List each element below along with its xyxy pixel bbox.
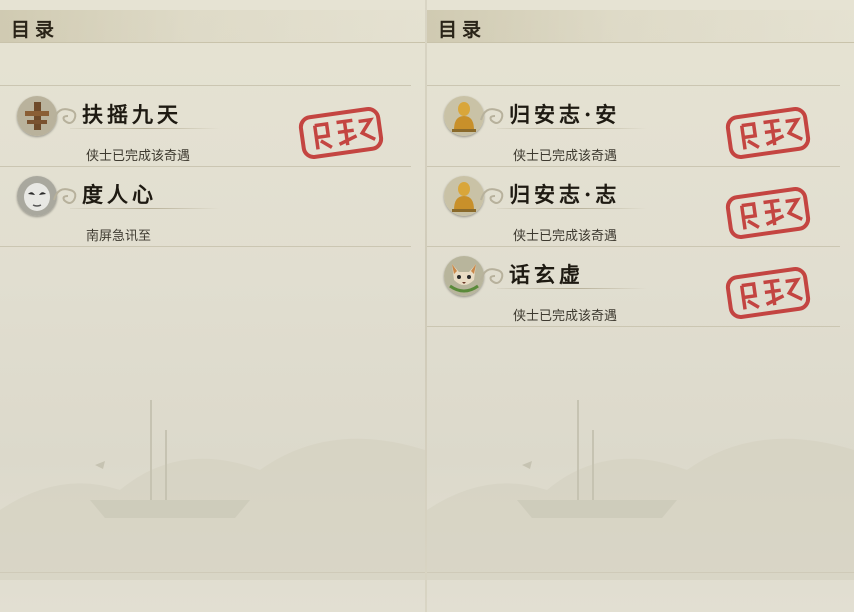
completed-stamp-icon [722,262,814,323]
catalog-header: 目录 [0,10,425,43]
entry-title: 归安志·安 [509,102,621,127]
golden-buddha-icon [444,176,484,216]
divider-line [0,572,425,573]
wooden-post-icon [17,96,57,136]
entry-title: 扶摇九天 [82,102,182,127]
catalog-title: 目录 [438,19,487,41]
fox-face-icon [444,256,484,296]
entry-title: 话玄虚 [509,262,584,287]
entry-title: 度人心 [82,182,157,207]
divider-line [427,572,854,573]
entry-description: 南屏急讯至 [86,229,152,244]
completed-stamp-icon [722,102,814,163]
adventure-entry[interactable]: 话玄虚 侠士已完成该奇遇 [427,246,840,327]
catalog-title: 目录 [11,19,60,41]
entry-description: 侠士已完成该奇遇 [513,309,618,324]
completed-stamp-icon [722,182,814,243]
catalog-header: 目录 [427,10,854,43]
cloud-ornament-icon [53,188,77,204]
adventure-entry[interactable]: 扶摇九天 侠士已完成该奇遇 [0,86,411,167]
cloud-ornament-icon [480,268,504,284]
adventure-entry[interactable]: 归安志·志 侠士已完成该奇遇 [427,166,840,247]
entry-description: 侠士已完成该奇遇 [86,149,191,164]
cloud-ornament-icon [480,108,504,124]
cloud-ornament-icon [480,188,504,204]
adventure-entry[interactable]: 归安志·安 侠士已完成该奇遇 [427,86,840,167]
completed-stamp-icon [295,102,387,163]
misty-boat-background [0,400,425,580]
golden-buddha-icon [444,96,484,136]
entry-description: 侠士已完成该奇遇 [513,149,618,164]
catalog-panel-left: 目录 扶摇九天 侠士已完成该奇遇 度人心 南屏急讯至 [0,0,425,612]
entry-title: 归安志·志 [509,182,621,207]
mask-icon [17,176,57,216]
catalog-panel-right: 目录 归安志·安 侠士已完成该奇遇 归安志·志 侠士已完成该奇遇 话玄虚 侠士已… [427,0,854,612]
cloud-ornament-icon [53,108,77,124]
adventure-entry[interactable]: 度人心 南屏急讯至 [0,166,411,247]
entry-description: 侠士已完成该奇遇 [513,229,618,244]
misty-boat-background [427,400,854,580]
